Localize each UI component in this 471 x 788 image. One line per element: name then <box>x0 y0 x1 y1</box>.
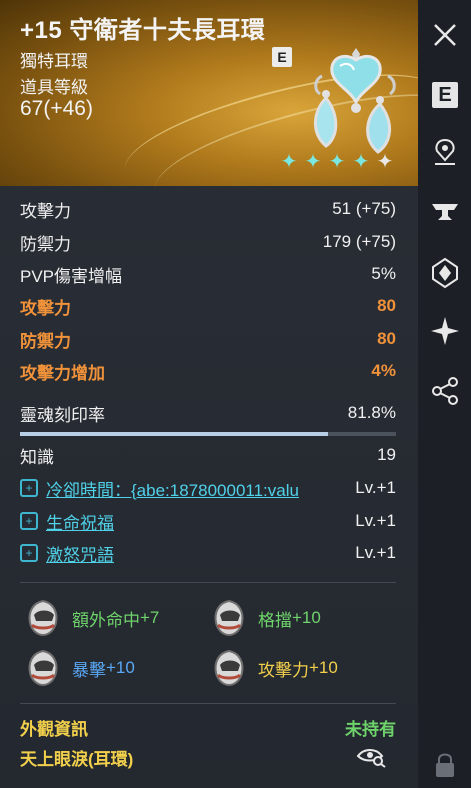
helmet-icon <box>28 599 58 637</box>
share-icon <box>432 377 458 405</box>
gem-slot-icon: ✦ <box>280 151 298 173</box>
bonus-value: +7 <box>140 608 160 627</box>
item-level-label: 道具等級 <box>20 78 88 97</box>
anvil-icon <box>432 204 458 220</box>
bonus-label: 攻擊力 <box>258 660 309 680</box>
soul-engrave-value: 81.8% <box>347 403 396 422</box>
close-icon <box>434 24 456 46</box>
helmet-icon <box>214 599 244 637</box>
skill-name-link[interactable]: 激怒咒語 <box>46 541 114 566</box>
close-button[interactable] <box>428 18 462 52</box>
stat-value: 4% <box>371 361 396 380</box>
helmet-icon <box>214 649 244 687</box>
skill-level: Lv.+1 <box>355 543 396 562</box>
divider <box>20 582 396 583</box>
bonus-value: +10 <box>309 658 338 677</box>
soul-engrave-bar <box>20 432 396 436</box>
skill-book-icon: + <box>20 512 38 530</box>
skill-level: Lv.+1 <box>355 511 396 530</box>
enhance-button[interactable] <box>428 195 462 229</box>
skill-name-link[interactable]: 冷卻時間：{abe:1878000011:valu <box>46 476 342 501</box>
earring-icon <box>314 48 396 154</box>
knowledge-value: 19 <box>377 445 396 464</box>
star-button[interactable] <box>428 314 462 348</box>
soul-engrave-row: 靈魂刻印率 81.8% <box>20 400 396 426</box>
helmet-icon <box>28 649 58 687</box>
share-button[interactable] <box>428 374 462 408</box>
crystal-button[interactable] <box>428 256 462 290</box>
stat-row: 攻擊力 51 (+75) <box>20 196 396 222</box>
lock-icon <box>436 753 454 777</box>
bonus-value: +10 <box>106 658 135 677</box>
soul-engrave-bar-fill <box>20 432 328 436</box>
item-title: +15 守衛者十夫長耳環 <box>20 17 266 44</box>
engrave-badge: E <box>272 47 292 67</box>
gem-slot-icon: ✦ <box>304 151 322 173</box>
bonus-effect: 暴擊 +10 <box>26 648 135 688</box>
map-pin-icon <box>435 138 455 165</box>
knowledge-row: 知識 19 <box>20 442 396 468</box>
item-tooltip-panel: +15 守衛者十夫長耳環 獨特耳環 道具等級 67(+46) E ✦ ✦ ✦ ✦ ✦ 攻… <box>0 0 418 788</box>
knowledge-label: 知識 <box>20 447 54 467</box>
item-header: +15 守衛者十夫長耳環 獨特耳環 道具等級 67(+46) E ✦ ✦ ✦ ✦ ✦ <box>0 0 418 223</box>
stat-label: 攻擊力增加 <box>20 363 105 383</box>
bonus-label: 暴擊 <box>72 660 106 680</box>
bonus-effect: 格擋 +10 <box>212 598 321 638</box>
skill-row: + 冷卻時間：{abe:1878000011:valu Lv.+1 <box>20 475 396 501</box>
preview-eye-icon[interactable] <box>356 746 386 768</box>
gem-slots: ✦ ✦ ✦ ✦ ✦ <box>278 151 396 173</box>
stat-value: 5% <box>371 264 396 283</box>
stat-value: 80 <box>377 329 396 348</box>
bonus-label: 格擋 <box>258 610 292 630</box>
divider <box>20 703 396 704</box>
lock-button[interactable] <box>428 748 462 782</box>
gem-slot-icon: ✦ <box>328 151 346 173</box>
appearance-row: 外觀資訊 未持有 <box>20 714 396 740</box>
bonus-label: 額外命中 <box>72 610 140 630</box>
stat-label: 攻擊力 <box>20 201 71 221</box>
skill-level: Lv.+1 <box>355 478 396 497</box>
gem-slot-icon: ✦ <box>352 151 370 173</box>
stat-row: PVP傷害增幅 5% <box>20 261 396 287</box>
stat-row: 防禦力 179 (+75) <box>20 229 396 255</box>
skill-book-icon: + <box>20 479 38 497</box>
location-button[interactable] <box>428 136 462 170</box>
stat-label: 防禦力 <box>20 234 71 254</box>
item-level: 67(+46) <box>20 97 93 120</box>
soul-engrave-label: 靈魂刻印率 <box>20 405 105 425</box>
gem-slot-icon: ✦ <box>376 151 394 173</box>
stat-row: 防禦力 80 <box>20 326 396 352</box>
stat-label: 攻擊力 <box>20 298 71 318</box>
appearance-label: 外觀資訊 <box>20 719 88 739</box>
stat-value: 179 (+75) <box>322 232 396 251</box>
sparkle-icon <box>431 317 459 345</box>
item-type: 獨特耳環 <box>20 52 88 71</box>
skill-name-link[interactable]: 生命祝福 <box>46 509 114 534</box>
stat-label: 防禦力 <box>20 331 71 351</box>
stat-value: 80 <box>377 296 396 315</box>
appearance-name-row: 天上眼淚(耳環) <box>20 744 396 770</box>
bonus-value: +10 <box>292 608 321 627</box>
skill-book-icon: + <box>20 544 38 562</box>
bonus-effect: 額外命中 +7 <box>26 598 159 638</box>
tooltip-sidebar: E <box>418 0 471 788</box>
skill-row: + 生命祝福 Lv.+1 <box>20 508 396 534</box>
engrave-button[interactable]: E <box>432 82 458 108</box>
stat-label: PVP傷害增幅 <box>20 266 123 286</box>
appearance-name: 天上眼淚(耳環) <box>20 749 134 769</box>
appearance-status: 未持有 <box>345 719 396 739</box>
bonus-effect: 攻擊力 +10 <box>212 648 338 688</box>
skill-row: + 激怒咒語 Lv.+1 <box>20 540 396 566</box>
crystal-icon <box>432 257 458 289</box>
stat-value: 51 (+75) <box>332 199 396 218</box>
stat-row: 攻擊力增加 4% <box>20 358 396 384</box>
stat-row: 攻擊力 80 <box>20 293 396 319</box>
